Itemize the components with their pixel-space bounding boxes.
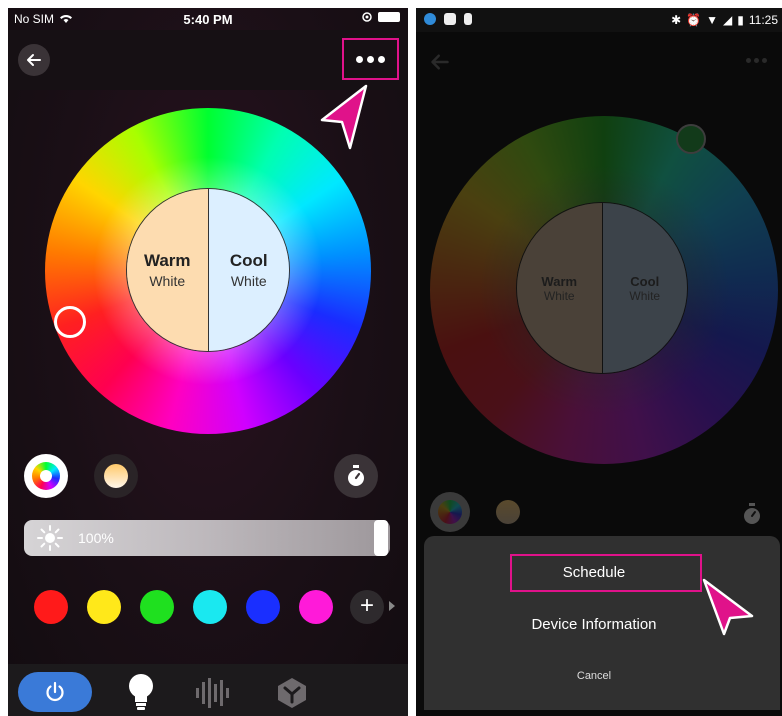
signal-icon: ◢ xyxy=(723,13,733,27)
left-phone-screen: No SIM 5:40 PM Warm White Cool White 100… xyxy=(8,8,408,716)
bluetooth-icon: ✱ xyxy=(671,13,682,27)
color-picker-handle[interactable] xyxy=(54,306,86,338)
scroll-right-icon xyxy=(389,601,395,611)
color-swatch[interactable] xyxy=(87,590,121,624)
add-color-button[interactable]: + xyxy=(350,590,384,624)
alarm-icon: ⏰ xyxy=(686,13,702,27)
cool-title: Cool xyxy=(630,273,660,289)
battery-icon: ▮ xyxy=(737,13,744,27)
cool-subtitle: White xyxy=(629,288,661,303)
power-icon xyxy=(46,681,64,702)
callout-arrow-icon xyxy=(320,84,368,150)
back-button[interactable] xyxy=(18,44,50,76)
cool-subtitle: White xyxy=(230,273,267,289)
color-swatch[interactable] xyxy=(34,590,68,624)
brightness-handle[interactable] xyxy=(374,520,388,556)
sun-icon xyxy=(37,525,63,551)
plus-icon: + xyxy=(359,592,374,619)
white-temperature-selector: Warm White Cool White xyxy=(516,202,688,374)
timer-icon[interactable] xyxy=(740,502,764,526)
brightness-value: 100% xyxy=(78,530,114,546)
callout-arrow-icon xyxy=(702,578,754,636)
status-time: 11:25 xyxy=(748,13,778,27)
phone-notification-icon xyxy=(464,13,472,25)
location-icon xyxy=(362,12,372,22)
warm-subtitle: White xyxy=(543,288,575,303)
more-dots-icon xyxy=(746,58,751,63)
color-swatch[interactable] xyxy=(193,590,227,624)
status-time: 5:40 PM xyxy=(183,12,233,27)
status-system-icons: ✱ ⏰ ▼ ◢ ▮ 11:25 xyxy=(671,13,778,27)
white-mode-button[interactable] xyxy=(496,500,520,524)
white-mode-button[interactable] xyxy=(94,454,138,498)
warm-title: Warm xyxy=(541,273,578,289)
cancel-menu-item[interactable]: Cancel xyxy=(416,670,772,682)
image-notification-icon xyxy=(444,13,456,25)
color-mode-button[interactable] xyxy=(24,454,68,498)
more-dots-icon xyxy=(356,55,363,63)
color-mode-button[interactable] xyxy=(430,492,470,532)
wifi-icon: ▼ xyxy=(706,13,719,27)
timer-button[interactable] xyxy=(334,454,378,498)
timer-icon xyxy=(348,465,364,486)
color-swatch[interactable] xyxy=(246,590,280,624)
warm-subtitle: White xyxy=(149,273,186,289)
battery-icon xyxy=(378,12,400,22)
arrow-left-icon xyxy=(431,54,449,70)
status-system-icons xyxy=(362,12,400,22)
right-phone-screen: ✱ ⏰ ▼ ◢ ▮ 11:25 Warm White Cool White Sc… xyxy=(416,8,782,716)
tab-music[interactable] xyxy=(194,676,234,710)
android-status-bar: ✱ ⏰ ▼ ◢ ▮ 11:25 xyxy=(416,8,782,32)
back-button[interactable] xyxy=(430,52,450,72)
color-swatch[interactable] xyxy=(299,590,333,624)
white-temperature-selector: Warm White Cool White xyxy=(126,188,290,352)
schedule-highlight xyxy=(510,554,702,592)
warm-gradient-icon xyxy=(104,464,128,488)
more-options-button[interactable] xyxy=(746,58,767,63)
tab-scene[interactable] xyxy=(276,676,308,710)
app-notification-icon xyxy=(424,13,436,25)
cool-title: Cool xyxy=(229,251,268,270)
color-picker-handle[interactable] xyxy=(676,124,706,154)
color-swatch[interactable] xyxy=(140,590,174,624)
more-options-button[interactable] xyxy=(342,38,399,80)
ios-status-bar: No SIM 5:40 PM xyxy=(8,8,408,30)
color-wheel-icon xyxy=(438,500,462,524)
tab-power[interactable] xyxy=(18,672,92,712)
warm-title: Warm xyxy=(143,251,191,270)
status-notification-icons xyxy=(424,13,472,25)
tab-bulb[interactable] xyxy=(126,672,156,712)
arrow-left-icon xyxy=(27,54,41,66)
